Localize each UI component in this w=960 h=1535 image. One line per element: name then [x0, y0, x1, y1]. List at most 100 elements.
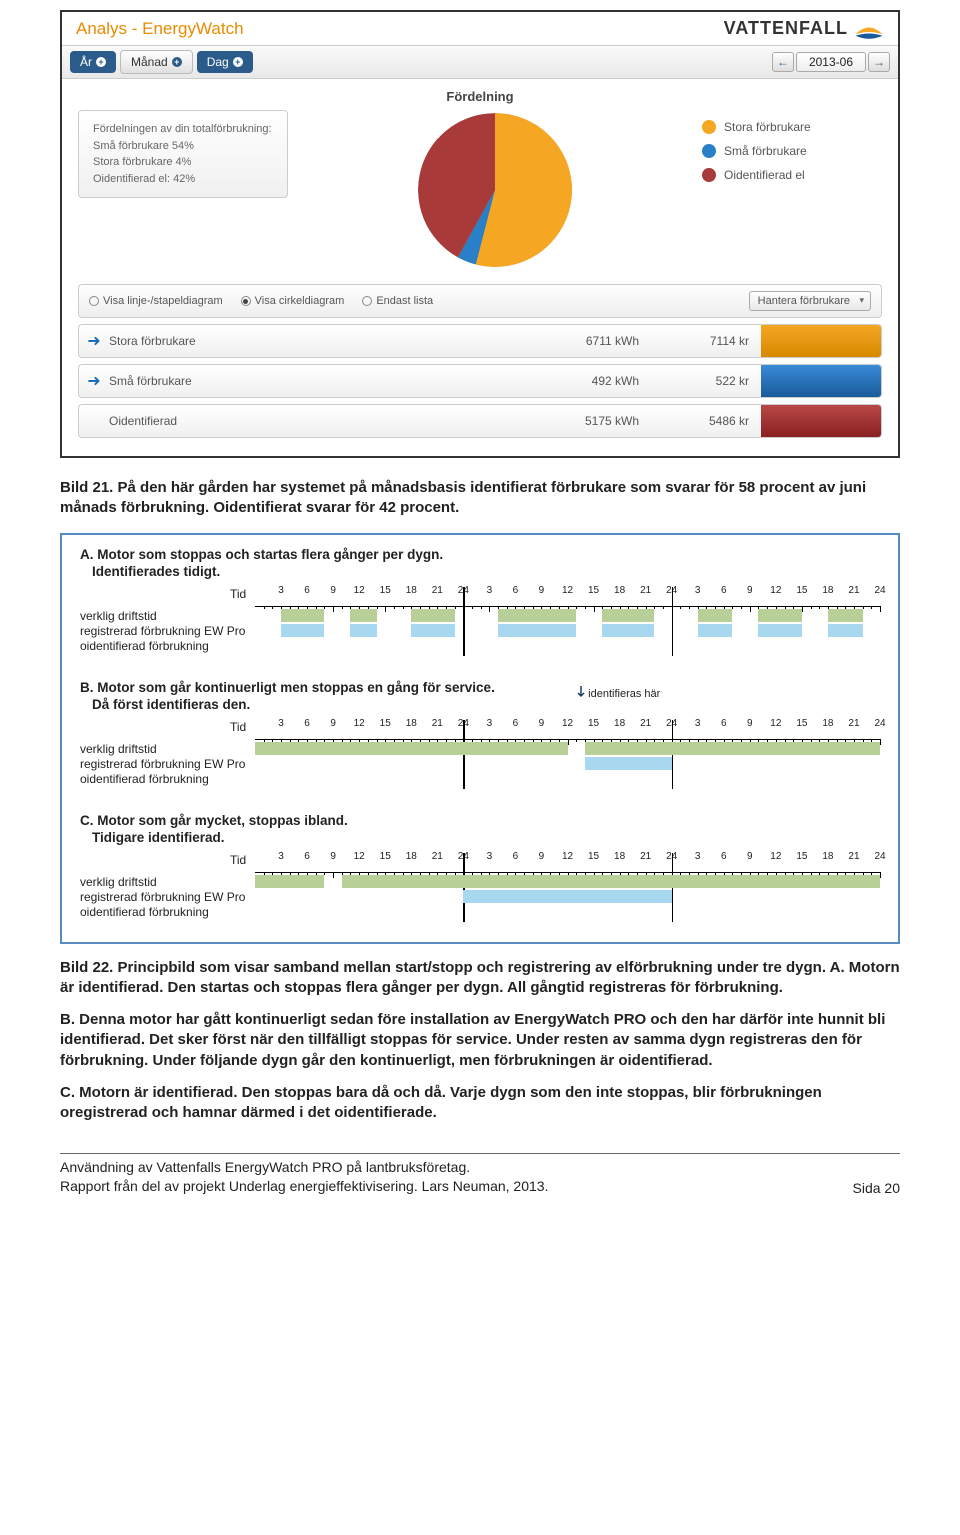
row-label: registrerad förbrukning EW Pro [80, 890, 255, 905]
legend-label: Stora förbrukare [724, 120, 811, 134]
tab-day[interactable]: Dag + [197, 51, 253, 73]
manage-consumers-dropdown[interactable]: Hantera förbrukare [749, 291, 871, 311]
radio-line-bar[interactable]: Visa linje-/stapeldiagram [89, 295, 223, 307]
energywatch-panel: Analys - EnergyWatch VATTENFALL År + Måna… [60, 10, 900, 458]
brand-logo: VATTENFALL [724, 18, 884, 39]
legend-dot-icon [702, 144, 716, 158]
radio-label: Endast lista [376, 295, 433, 307]
tab-year-label: År [80, 55, 92, 69]
radio-pie[interactable]: Visa cirkeldiagram [241, 295, 345, 307]
row-kwh: 5175 kWh [541, 405, 651, 437]
row-label: registrerad förbrukning EW Pro [80, 757, 255, 772]
row-kr: 5486 kr [651, 405, 761, 437]
scenario-title: A. Motor som stoppas och startas flera g… [80, 547, 880, 562]
next-period-button[interactable]: → [868, 52, 890, 72]
scenario-b: B. Motor som går kontinuerligt men stopp… [80, 680, 880, 787]
info-line: Små förbrukare 54% [93, 138, 273, 155]
row-name: Små förbrukare [109, 365, 541, 397]
legend-item: Små förbrukare [702, 144, 882, 158]
radio-label: Visa cirkeldiagram [255, 295, 345, 307]
consumer-list: ➜ Stora förbrukare 6711 kWh 7114 kr ➜ Sm… [62, 324, 898, 456]
timeline-row-labels: verklig driftstid registrerad förbruknin… [80, 720, 255, 787]
radio-icon [241, 296, 251, 306]
info-line: Oidentifierad el: 42% [93, 171, 273, 188]
legend-item: Stora förbrukare [702, 120, 882, 134]
row-color-bar [761, 365, 881, 397]
chart-title: Fördelning [78, 89, 882, 104]
row-kwh: 492 kWh [541, 365, 651, 397]
consumer-row[interactable]: ➜ Små förbrukare 492 kWh 522 kr [78, 364, 882, 398]
expand-icon [79, 405, 109, 437]
caption-lead: Bild 21. [60, 479, 113, 496]
brand-text: VATTENFALL [724, 18, 848, 39]
scenario-title: C. Motor som går mycket, stoppas ibland. [80, 813, 880, 828]
distribution-infobox: Fördelningen av din totalförbrukning: Sm… [78, 110, 288, 198]
caption-bild-22: Bild 22. Principbild som visar samband m… [60, 958, 900, 1124]
footer-line: Användning av Vattenfalls EnergyWatch PR… [60, 1158, 548, 1177]
timeline-chart-b: Tid3691215182124369121518212436912151821… [255, 720, 880, 787]
row-label: verklig driftstid [80, 742, 255, 757]
legend-label: Oidentifierad el [724, 168, 805, 182]
tab-month[interactable]: Månad + [120, 50, 193, 74]
page-number: Sida 20 [853, 1180, 900, 1196]
row-label: registrerad förbrukning EW Pro [80, 624, 255, 639]
chart-legend: Stora förbrukare Små förbrukare Oidentif… [702, 110, 882, 192]
plus-icon: + [172, 57, 182, 67]
info-line: Stora förbrukare 4% [93, 154, 273, 171]
plus-icon: + [233, 57, 243, 67]
radio-icon [89, 296, 99, 306]
row-kr: 522 kr [651, 365, 761, 397]
row-label: oidentifierad förbrukning [80, 772, 255, 787]
timeline-row-labels: verklig driftstid registrerad förbruknin… [80, 587, 255, 654]
paragraph-c: C. Motorn är identifierad. Den stoppas b… [60, 1084, 822, 1121]
nav-bar: År + Månad + Dag + ← 2013-06 → [62, 46, 898, 79]
row-color-bar [761, 325, 881, 357]
scenario-c: C. Motor som går mycket, stoppas ibland.… [80, 813, 880, 920]
app-title: Analys - EnergyWatch [76, 19, 244, 39]
page-footer: Användning av Vattenfalls EnergyWatch PR… [60, 1158, 900, 1196]
vattenfall-icon [854, 19, 884, 39]
scenario-title: B. Motor som går kontinuerligt men stopp… [80, 680, 495, 695]
footer-line: Rapport från del av projekt Underlag ene… [60, 1177, 548, 1196]
scenario-subtitle: Tidigare identifierad. [92, 830, 880, 845]
row-color-bar [761, 405, 881, 437]
tab-month-label: Månad [131, 55, 168, 69]
scenario-subtitle: Då först identifieras den. [92, 697, 495, 712]
row-label: verklig driftstid [80, 875, 255, 890]
expand-icon[interactable]: ➜ [79, 365, 109, 397]
chart-area: Fördelning Fördelningen av din totalförb… [62, 79, 898, 276]
consumer-row[interactable]: Oidentifierad 5175 kWh 5486 kr [78, 404, 882, 438]
plus-icon: + [96, 57, 106, 67]
timeline-chart-c: Tid3691215182124369121518212436912151821… [255, 853, 880, 920]
row-label: oidentifierad förbrukning [80, 639, 255, 654]
timeline-row-labels: verklig driftstid registrerad förbruknin… [80, 853, 255, 920]
scenario-subtitle: Identifierades tidigt. [92, 564, 880, 579]
caption-bild-21: Bild 21. På den här gården har systemet … [60, 478, 900, 519]
period-label[interactable]: 2013-06 [796, 52, 866, 72]
caption-rest: Principbild som visar samband mellan sta… [113, 959, 826, 976]
period-selector: ← 2013-06 → [772, 52, 890, 72]
timeline-chart-a: Tid3691215182124369121518212436912151821… [255, 587, 880, 654]
footer-rule [60, 1153, 900, 1154]
consumer-row[interactable]: ➜ Stora förbrukare 6711 kWh 7114 kr [78, 324, 882, 358]
tab-year[interactable]: År + [70, 51, 116, 73]
row-kwh: 6711 kWh [541, 325, 651, 357]
caption-lead: Bild 22. [60, 959, 113, 976]
legend-label: Små förbrukare [724, 144, 807, 158]
row-label: verklig driftstid [80, 609, 255, 624]
tab-day-label: Dag [207, 55, 229, 69]
pie-chart [308, 110, 682, 270]
expand-icon[interactable]: ➜ [79, 325, 109, 357]
radio-label: Visa linje-/stapeldiagram [103, 295, 223, 307]
row-label: oidentifierad förbrukning [80, 905, 255, 920]
legend-item: Oidentifierad el [702, 168, 882, 182]
paragraph-b: B. Denna motor har gått kontinuerligt se… [60, 1011, 885, 1069]
prev-period-button[interactable]: ← [772, 52, 794, 72]
info-line: Fördelningen av din totalförbrukning: [93, 121, 273, 138]
legend-dot-icon [702, 120, 716, 134]
view-controls: Visa linje-/stapeldiagram Visa cirkeldia… [78, 284, 882, 318]
timeline-panel: A. Motor som stoppas och startas flera g… [60, 533, 900, 944]
radio-list[interactable]: Endast lista [362, 295, 433, 307]
scenario-a: A. Motor som stoppas och startas flera g… [80, 547, 880, 654]
row-name: Stora förbrukare [109, 325, 541, 357]
